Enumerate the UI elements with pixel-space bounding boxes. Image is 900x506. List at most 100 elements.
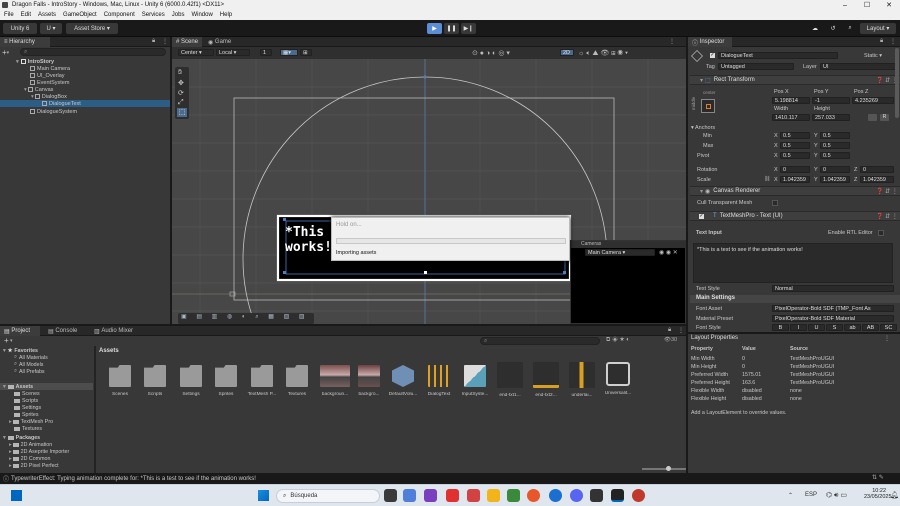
asset-folder-scenes[interactable]: Scenes (105, 365, 135, 405)
static-toggle[interactable]: Static ▾ (864, 53, 882, 59)
file-explorer-icon[interactable] (487, 489, 500, 502)
text-style-dropdown[interactable]: Normal (772, 285, 894, 292)
add-plus-icon[interactable]: + (4, 336, 9, 345)
app-icon[interactable] (446, 489, 459, 502)
asset-background-2[interactable]: backgro... (354, 365, 384, 405)
scale-y-field[interactable]: 1.042359 (820, 176, 850, 183)
language-indicator[interactable]: ESP (805, 492, 817, 498)
anchor-presets-button[interactable] (701, 99, 715, 113)
layout-dropdown[interactable]: Layout ▾ (860, 23, 896, 34)
component-menu-icons[interactable]: ❓ ⇵ ⋮ (876, 188, 898, 195)
favorite-item[interactable]: ⌕ All Materials (14, 354, 48, 361)
minimize-button[interactable]: – (834, 0, 856, 10)
asset-folder-scripts[interactable]: Scripts (140, 365, 170, 405)
rect-tool-icon[interactable]: ⬚ (177, 108, 187, 117)
close-window-button[interactable]: ✕ (878, 0, 900, 10)
notification-bell-icon[interactable]: 🔔︎ (890, 491, 899, 499)
firefox-icon[interactable] (527, 489, 540, 502)
asset-background-1[interactable]: backgroun... (317, 365, 353, 405)
tab-audio-mixer[interactable]: ▥ Audio Mixer (90, 326, 140, 336)
camera-select[interactable]: Main Camera ▾ (585, 249, 655, 256)
hierarchy-item-ui-overlay[interactable]: UI_Overlay (30, 72, 65, 79)
package-item[interactable]: ▸ 2D Aseprite Importer (9, 448, 69, 455)
tab-hierarchy[interactable]: ≡ Hierarchy (0, 37, 50, 47)
font-style-bold-button[interactable]: B (772, 324, 789, 331)
font-style-strike-button[interactable]: S (826, 324, 843, 331)
material-preset-dropdown[interactable]: PixelOperator-Bold SDF Material (772, 315, 894, 322)
taskbar-search[interactable]: ⌕ Búsqueda (276, 489, 380, 503)
app-icon[interactable] (424, 489, 437, 502)
more-menu-icon[interactable]: ⋮ (890, 38, 896, 45)
menu-window[interactable]: Window (191, 12, 212, 18)
hidden-count-icon[interactable]: 👁︎30 (664, 337, 677, 343)
status-message[interactable]: TypewriterEffect: Typing animation compl… (11, 476, 256, 482)
rect-transform-header[interactable]: ▾ ⬚ Rect Transform ❓ ⇵ ⋮ (690, 75, 900, 85)
history-icon[interactable]: ↺ (826, 23, 840, 34)
asset-folder-item[interactable]: Sprites (14, 411, 39, 418)
hierarchy-item-dialoguetext[interactable]: DialogueText (0, 100, 170, 107)
search-icon[interactable]: ⌕ (843, 23, 857, 34)
windows-icon[interactable] (11, 490, 22, 501)
mode-2d-toggle[interactable]: 2D (560, 49, 574, 56)
thumbnail-size-slider[interactable] (642, 466, 686, 471)
pivot-y-field[interactable]: 0.5 (820, 152, 850, 159)
anchor-min-y-field[interactable]: 0.5 (820, 132, 850, 139)
rtl-checkbox[interactable] (878, 230, 884, 236)
account-button[interactable]: Unity 6 (3, 23, 37, 34)
font-style-uppercase-button[interactable]: AB (862, 324, 879, 331)
component-menu-icons[interactable]: ❓ ⇵ ⋮ (876, 213, 898, 220)
asset-end-txt2[interactable]: end-txt2... (531, 362, 561, 402)
more-menu-icon[interactable]: ⋮ (162, 38, 168, 45)
asset-folder-item[interactable]: Scenes (14, 390, 40, 397)
menu-services[interactable]: Services (142, 12, 165, 18)
tray-icons[interactable]: ⌬ 🔊︎ ▭ (826, 491, 847, 500)
unity-cloud-button[interactable]: U ▾ (40, 23, 62, 34)
anchor-max-x-field[interactable]: 0.5 (780, 142, 810, 149)
asset-folder-item[interactable]: Settings (14, 404, 41, 411)
font-style-smallcaps-button[interactable]: SC (880, 324, 897, 331)
slider-thumb[interactable] (666, 466, 671, 471)
pivot-x-field[interactable]: 0.5 (780, 152, 810, 159)
more-menu-icon[interactable]: ⋮ (678, 327, 684, 334)
rotation-x-field[interactable]: 0 (780, 166, 810, 173)
package-item[interactable]: ▸ 2D Common (9, 455, 50, 462)
menu-gameobject[interactable]: GameObject (63, 12, 97, 18)
lock-icon[interactable]: 🔒︎ (152, 38, 155, 45)
project-search-input[interactable]: ⌕ (480, 337, 600, 345)
asset-folder-textmeshpro[interactable]: TextMesh P... (247, 365, 277, 405)
scene-view-options[interactable]: ☼ 🔈︎ ⛰ 👁 ⊞ ◉ ▾ (578, 49, 628, 58)
tab-project[interactable]: ▤ Project (0, 326, 40, 336)
active-checkbox[interactable]: ✓ (710, 53, 715, 58)
menu-assets[interactable]: Assets (38, 12, 56, 18)
menu-jobs[interactable]: Jobs (172, 12, 185, 18)
menu-edit[interactable]: Edit (21, 12, 31, 18)
scale-z-field[interactable]: 1.042359 (860, 176, 894, 183)
font-asset-field[interactable]: PixelOperator-Bold SDF (TMP_Font As (772, 305, 894, 312)
hierarchy-search-input[interactable]: ⌕ (20, 48, 166, 56)
more-menu-icon[interactable]: ⋮ (884, 335, 890, 342)
app-icon[interactable] (467, 489, 480, 502)
hierarchy-item-main-camera[interactable]: Main Camera (30, 65, 70, 72)
asset-folder-item[interactable]: ▸ TextMesh Pro (9, 418, 53, 425)
pos-y-field[interactable]: -1 (812, 97, 850, 104)
widgets-icon[interactable] (403, 489, 416, 502)
assets-section[interactable]: ▾ Assets (0, 383, 93, 390)
tag-dropdown[interactable]: Untagged (718, 63, 794, 70)
grid-toggle[interactable]: ▦▾ (280, 49, 298, 56)
discord-icon[interactable] (570, 489, 583, 502)
cull-checkbox[interactable] (772, 200, 778, 206)
favorite-item[interactable]: ⌕ All Prefabs (14, 368, 45, 375)
anchor-max-y-field[interactable]: 0.5 (820, 142, 850, 149)
lock-icon[interactable]: 🔒︎ (668, 327, 671, 334)
font-style-lowercase-button[interactable]: ab (844, 324, 861, 331)
pivot-center-dropdown[interactable]: Center ▾ (178, 49, 214, 56)
tab-console[interactable]: ▤ Console (44, 326, 86, 336)
play-button[interactable]: ▶ (427, 23, 442, 34)
hand-tool-icon[interactable]: ✋︎ (178, 69, 182, 77)
app-icon[interactable] (632, 489, 645, 502)
scale-link-icon[interactable]: ⛓ (764, 176, 770, 182)
tab-game[interactable]: ◉ Game (204, 37, 234, 47)
pos-x-field[interactable]: 5.198814 (772, 97, 810, 104)
packages-section[interactable]: ▾ Packages (3, 434, 40, 441)
move-tool-icon[interactable]: ✥ (178, 79, 184, 87)
